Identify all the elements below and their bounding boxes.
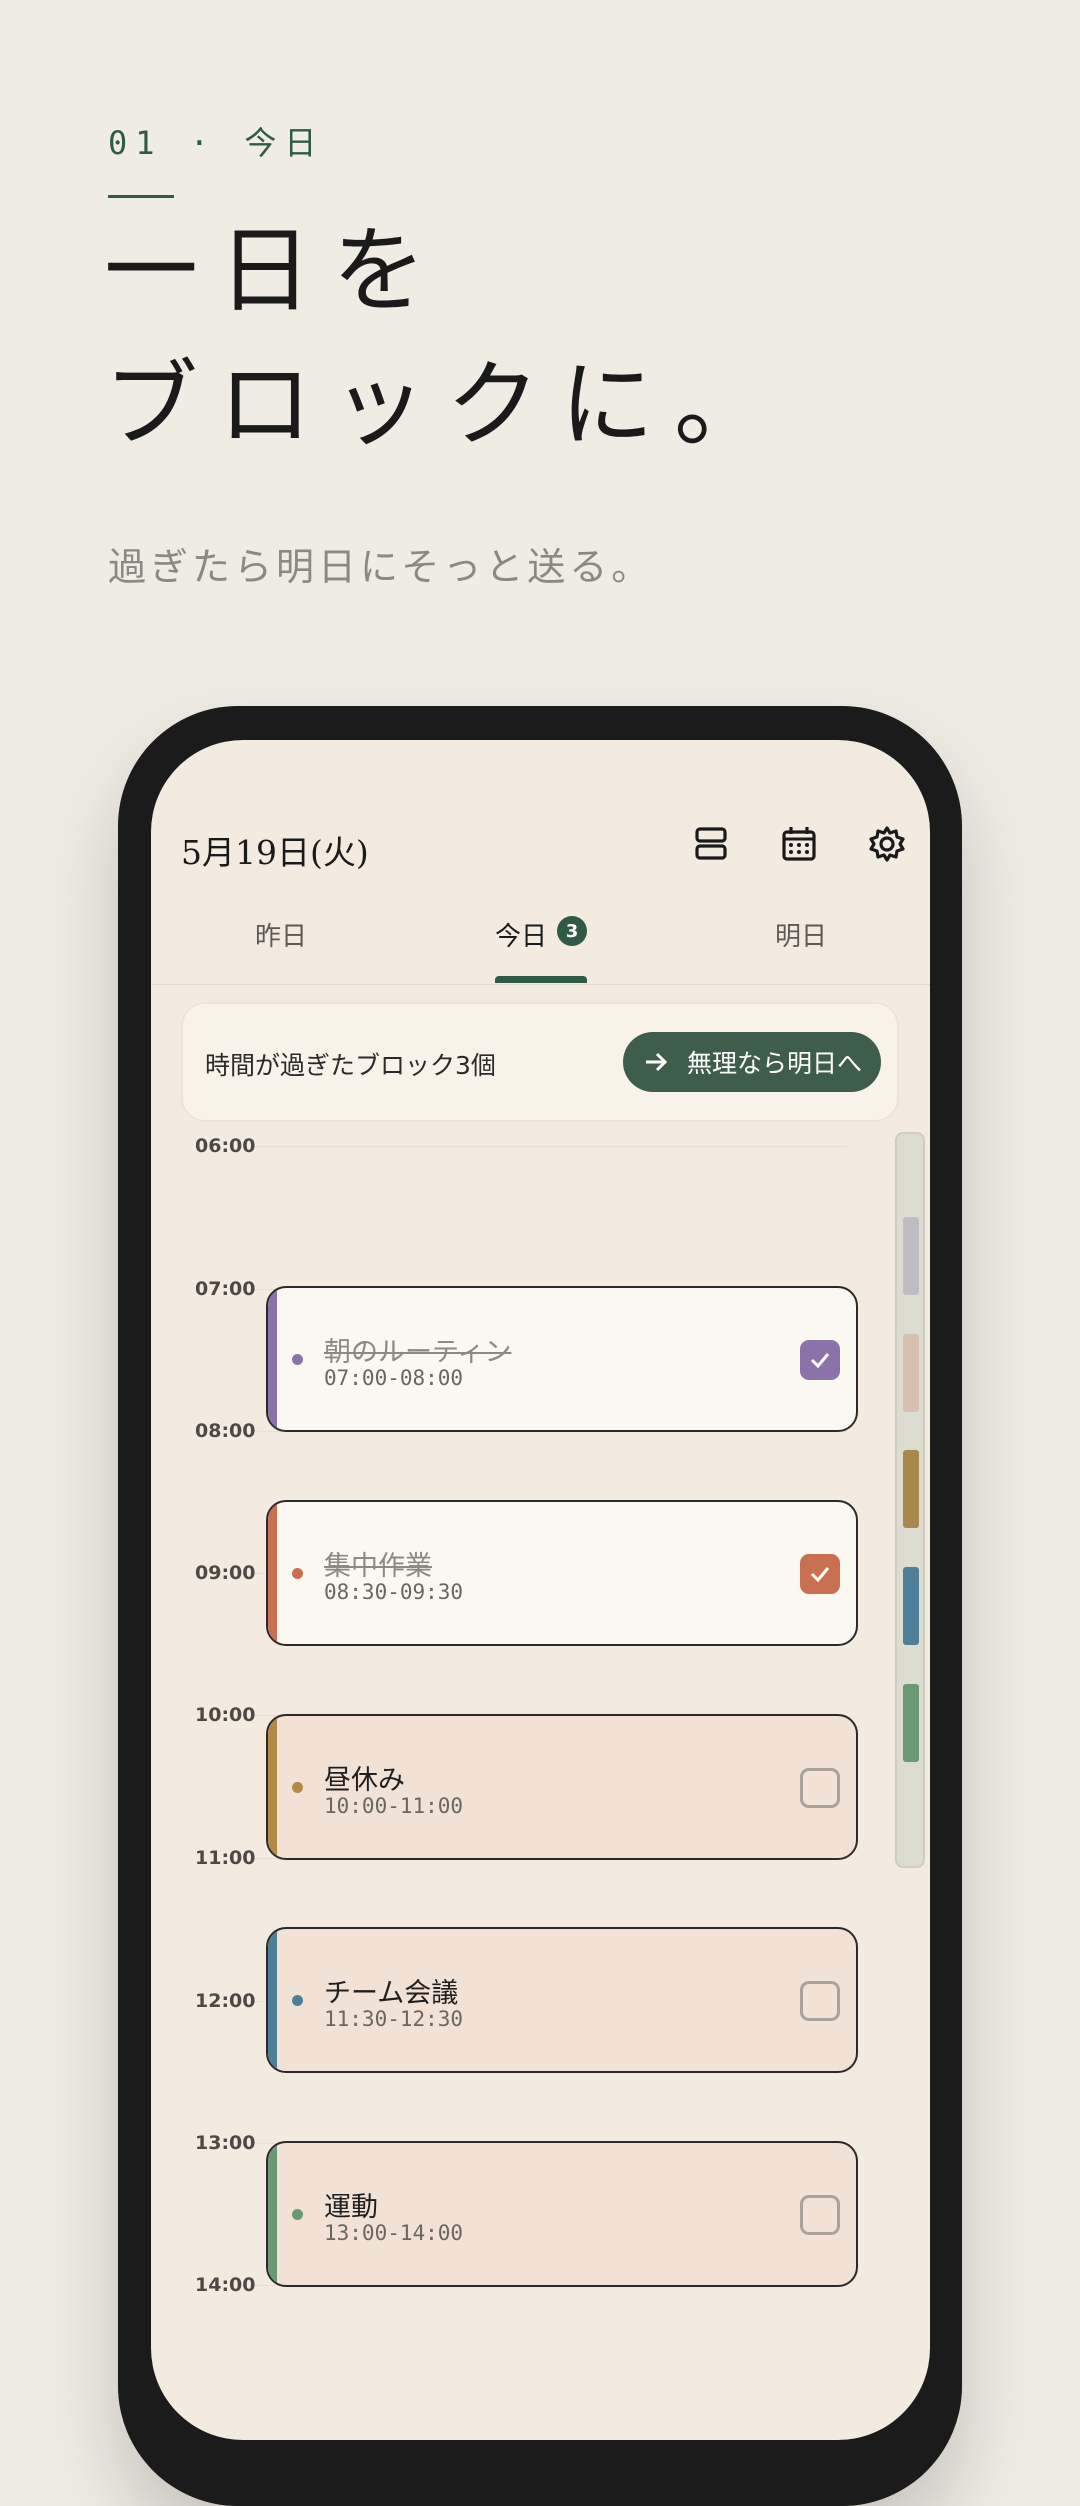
block-checkbox[interactable] xyxy=(800,1981,840,2021)
subline: 過ぎたら明日にそっと送る。 xyxy=(108,545,654,589)
overdue-count-badge: 3 xyxy=(557,916,588,946)
block-title: 集中作業 xyxy=(324,1551,432,1582)
block-color-bar xyxy=(268,1929,277,2071)
tab-yesterday[interactable]: 昨日 xyxy=(255,908,307,984)
time-label: 08:00 xyxy=(195,1420,256,1442)
move-to-tomorrow-label: 無理なら明日へ xyxy=(687,1049,863,1078)
block-title: 昼休み xyxy=(324,1765,405,1796)
arrow-right-icon xyxy=(646,1052,668,1072)
block-color-dot xyxy=(292,1354,303,1365)
time-block[interactable]: 昼休み 10:00-11:00 xyxy=(266,1714,858,1860)
hour-gridline xyxy=(251,1146,847,1147)
headline: 一日を ブロックに。 xyxy=(104,205,788,473)
block-color-bar xyxy=(268,1716,277,1858)
time-label: 07:00 xyxy=(195,1278,256,1300)
checkmark-icon xyxy=(810,1567,830,1583)
block-color-dot xyxy=(292,2209,303,2220)
time-block[interactable]: 運動 13:00-14:00 xyxy=(266,2141,858,2287)
time-label: 12:00 xyxy=(195,1990,256,2012)
block-time: 08:30-09:30 xyxy=(324,1580,464,1604)
block-time: 11:30-12:30 xyxy=(324,2007,464,2031)
block-checkbox[interactable] xyxy=(800,2195,840,2235)
time-block[interactable]: 集中作業 08:30-09:30 xyxy=(266,1500,858,1646)
move-to-tomorrow-button[interactable]: 無理なら明日へ xyxy=(623,1032,881,1092)
tab-tomorrow[interactable]: 明日 xyxy=(775,908,827,984)
block-color-bar xyxy=(268,1502,277,1644)
phone-screen: 5月19日(火) 昨日 今日 3 明日 時間が過ぎたブロック3個 無理なら明日へ… xyxy=(151,740,930,2440)
block-color-dot xyxy=(292,1568,303,1579)
block-time: 10:00-11:00 xyxy=(324,1794,464,1818)
scrollbar-block-marker xyxy=(903,1684,919,1762)
block-title: 朝のルーティン xyxy=(324,1337,512,1368)
time-label: 10:00 xyxy=(195,1704,256,1726)
time-label: 14:00 xyxy=(195,2274,256,2296)
headline-line-1: 一日を xyxy=(104,217,447,326)
checkmark-icon xyxy=(810,1353,830,1369)
block-checkbox[interactable] xyxy=(800,1768,840,1808)
stack-view-icon[interactable] xyxy=(691,824,731,864)
scrollbar-block-marker xyxy=(903,1334,919,1412)
active-tab-indicator xyxy=(495,976,587,983)
block-color-dot xyxy=(292,1995,303,2006)
time-block[interactable]: チーム会議 11:30-12:30 xyxy=(266,1927,858,2073)
scrollbar-block-marker xyxy=(903,1450,919,1528)
tab-today[interactable]: 今日 3 xyxy=(495,908,588,984)
headline-line-2: ブロックに。 xyxy=(104,351,789,460)
timeline-scrollbar[interactable] xyxy=(895,1132,925,1868)
overdue-banner: 時間が過ぎたブロック3個 無理なら明日へ xyxy=(181,1002,899,1122)
block-time: 13:00-14:00 xyxy=(324,2221,464,2245)
time-label: 09:00 xyxy=(195,1562,256,1584)
current-date: 5月19日(火) xyxy=(181,833,369,872)
block-title: 運動 xyxy=(324,2192,378,2223)
app-top-bar: 5月19日(火) xyxy=(151,740,930,880)
block-color-dot xyxy=(292,1782,303,1793)
time-label: 11:00 xyxy=(195,1847,256,1869)
scrollbar-block-marker xyxy=(903,1567,919,1645)
eyebrow-divider xyxy=(108,195,174,198)
day-tabs: 昨日 今日 3 明日 xyxy=(151,908,930,985)
block-checkbox[interactable] xyxy=(800,1554,840,1594)
settings-gear-icon[interactable] xyxy=(867,824,907,864)
block-time: 07:00-08:00 xyxy=(324,1366,464,1390)
section-eyebrow: 01 · 今日 xyxy=(108,124,325,162)
block-color-bar xyxy=(268,1288,277,1430)
block-title: チーム会議 xyxy=(324,1978,459,2009)
time-label: 06:00 xyxy=(195,1135,256,1157)
time-label: 13:00 xyxy=(195,2132,256,2154)
calendar-icon[interactable] xyxy=(779,824,819,864)
time-block[interactable]: 朝のルーティン 07:00-08:00 xyxy=(266,1286,858,1432)
overdue-message: 時間が過ぎたブロック3個 xyxy=(205,1051,496,1080)
scrollbar-block-marker xyxy=(903,1217,919,1295)
block-color-bar xyxy=(268,2143,277,2285)
block-checkbox[interactable] xyxy=(800,1340,840,1380)
